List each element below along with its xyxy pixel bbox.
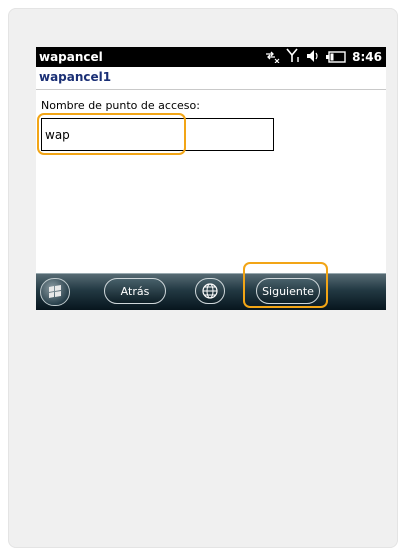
back-button[interactable]: Atrás xyxy=(104,278,166,304)
page-title: wapancel1 xyxy=(39,70,112,84)
volume-icon xyxy=(306,48,320,67)
signal-icon xyxy=(286,47,300,67)
status-icons: 8:46 xyxy=(264,47,382,67)
windows-logo-icon xyxy=(49,285,61,298)
globe-icon xyxy=(202,283,218,299)
globe-button[interactable] xyxy=(195,278,225,304)
back-button-label: Atrás xyxy=(120,284,150,298)
status-app-name: wapancel xyxy=(39,50,103,64)
soft-key-bar: Atrás Siguiente xyxy=(36,273,386,310)
status-time: 8:46 xyxy=(352,50,382,64)
device-screen: wapancel 8:46 wapancel1 Nombre de punto … xyxy=(36,47,386,310)
status-bar: wapancel 8:46 xyxy=(36,47,386,67)
access-point-name-label: Nombre de punto de acceso: xyxy=(41,99,200,112)
start-button[interactable] xyxy=(40,278,70,306)
battery-icon xyxy=(326,48,346,67)
connectivity-icon xyxy=(264,48,280,67)
title-bar: wapancel1 xyxy=(36,67,386,90)
next-button-highlight xyxy=(243,262,328,308)
input-highlight xyxy=(37,113,186,155)
soft-key-bar-divider xyxy=(36,273,386,274)
